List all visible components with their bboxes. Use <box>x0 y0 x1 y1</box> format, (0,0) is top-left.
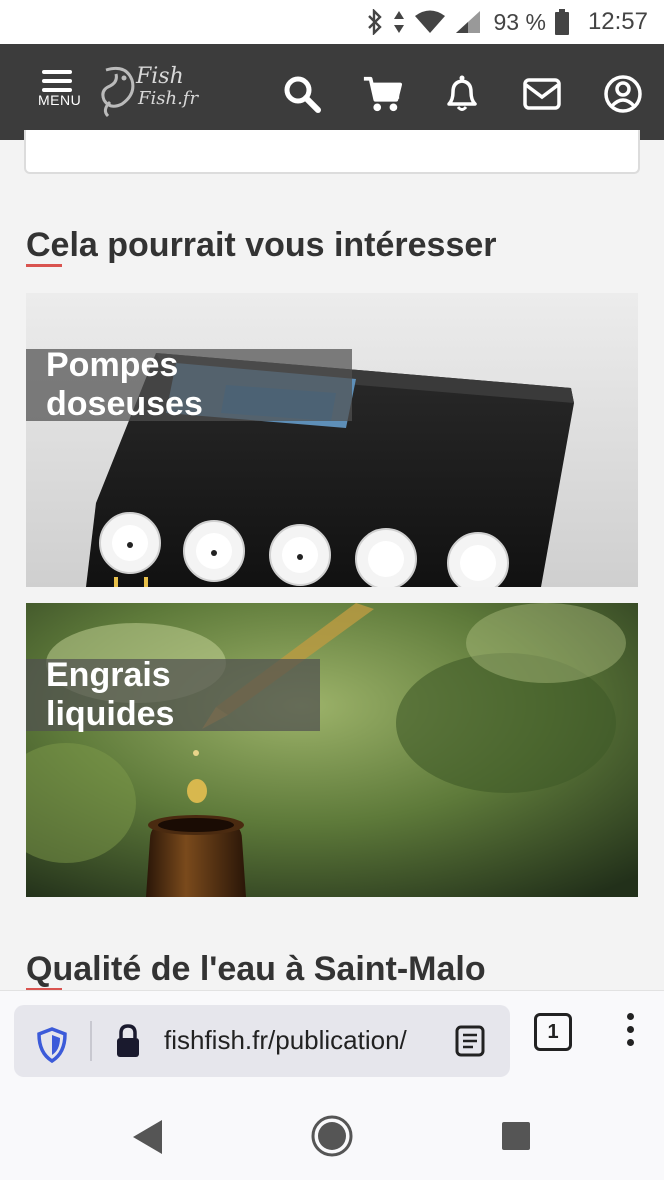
search-icon <box>284 76 321 113</box>
hamburger-icon <box>42 70 72 92</box>
cart-button[interactable] <box>362 74 402 114</box>
search-button[interactable] <box>282 74 322 114</box>
section-title-water-quality: Qualité de l'eau à Saint-Malo <box>26 950 486 988</box>
previous-content-card <box>24 130 640 174</box>
site-logo[interactable]: Fish Fish.fr <box>96 60 226 120</box>
cell-signal-icon <box>454 9 482 35</box>
recent-apps-icon[interactable] <box>502 1122 530 1150</box>
wifi-icon <box>414 9 446 35</box>
notifications-button[interactable] <box>442 74 482 114</box>
browser-toolbar: fishfish.fr/publication/ 1 <box>0 990 664 1090</box>
title-underline <box>26 264 62 267</box>
status-bar: 93 % 12:57 <box>0 0 664 44</box>
tabs-button[interactable]: 1 <box>534 1013 572 1051</box>
site-header: MENU Fish Fish.fr <box>0 44 664 140</box>
lock-icon[interactable] <box>114 1023 142 1059</box>
bell-icon <box>447 75 477 111</box>
logo-text-line2: Fish.fr <box>138 88 199 109</box>
android-nav-bar <box>0 1090 664 1180</box>
data-transfer-icon <box>392 9 406 35</box>
cart-icon <box>363 76 402 112</box>
dosing-pump-image <box>26 293 638 587</box>
url-separator <box>90 1021 92 1061</box>
menu-button[interactable]: MENU <box>36 66 84 126</box>
category-card-liquid-fertilizer[interactable]: Engrais liquides <box>26 603 638 897</box>
shield-icon[interactable] <box>36 1027 68 1063</box>
fish-logo-icon <box>101 66 135 118</box>
bluetooth-icon <box>366 9 384 35</box>
menu-label: MENU <box>38 92 82 108</box>
logo-text-line1: Fish <box>136 64 184 89</box>
section-title: Cela pourrait vous intéresser <box>26 226 497 264</box>
category-label: Pompes doseuses <box>26 346 352 423</box>
account-button[interactable] <box>603 74 643 114</box>
more-options-icon[interactable] <box>618 1013 642 1053</box>
battery-icon <box>554 8 570 36</box>
clock: 12:57 <box>587 8 648 35</box>
reader-mode-icon[interactable] <box>454 1025 486 1057</box>
address-bar[interactable]: fishfish.fr/publication/ <box>14 1005 510 1077</box>
back-icon[interactable] <box>130 1118 166 1156</box>
fertilizer-dropper-image <box>26 603 638 897</box>
url-text[interactable]: fishfish.fr/publication/ <box>164 1025 450 1056</box>
category-label: Engrais liquides <box>26 656 320 733</box>
account-icon <box>604 75 642 113</box>
mail-icon <box>523 78 561 110</box>
home-icon[interactable] <box>310 1114 354 1158</box>
messages-button[interactable] <box>522 74 562 114</box>
category-card-dosing-pumps[interactable]: Pompes doseuses <box>26 293 638 587</box>
battery-percent: 93 % <box>493 8 546 35</box>
